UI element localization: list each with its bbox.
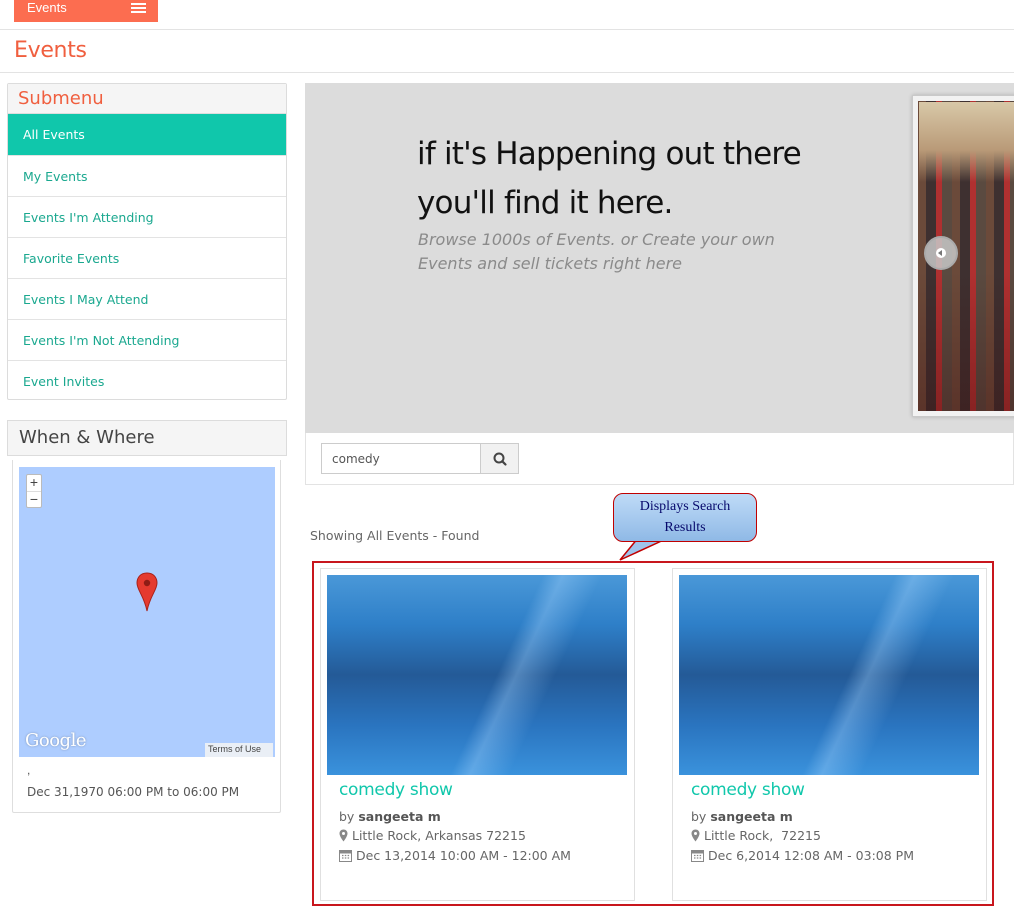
map-marker-icon [691, 829, 700, 842]
results-summary: Showing All Events - Found [310, 528, 480, 543]
search-button[interactable] [480, 443, 519, 474]
search-input[interactable] [321, 443, 481, 474]
page-title: Events [14, 38, 87, 63]
event-card[interactable]: comedy show by sangeeta m Little Rock, A… [320, 568, 635, 901]
top-events-tab[interactable]: Events [14, 0, 158, 22]
map-pin-icon[interactable] [136, 572, 158, 612]
submenu-title: Submenu [8, 84, 286, 114]
headline-line-1: if it's Happening out there [417, 136, 802, 172]
callout-line-1: Displays Search [639, 499, 731, 514]
top-tab-label: Events [27, 0, 67, 15]
when-where-title: When & Where [8, 421, 286, 455]
event-date-range: Dec 31,1970 06:00 PM to 06:00 PM [27, 785, 240, 799]
map-zoom-controls: + − [26, 474, 42, 508]
event-organizer: by sangeeta m [691, 809, 793, 824]
event-organizer: by sangeeta m [339, 809, 441, 824]
event-date-line: Dec 13,2014 10:00 AM - 12:00 AM [339, 848, 571, 863]
event-image[interactable] [679, 575, 979, 775]
search-icon [493, 452, 507, 466]
calendar-icon [339, 850, 352, 862]
map-terms-link[interactable]: Terms of Use [205, 743, 273, 757]
event-date: Dec 13,2014 10:00 AM - 12:00 AM [356, 848, 571, 863]
headline-line-2: you'll find it here. [417, 185, 673, 221]
subtext-line-2: Events and sell tickets right here [418, 254, 683, 273]
event-date: Dec 6,2014 12:08 AM - 03:08 PM [708, 848, 914, 863]
event-location-line: Little Rock, 72215 [691, 828, 821, 843]
submenu-item-favorite[interactable]: Favorite Events [8, 237, 286, 278]
submenu-item-attending[interactable]: Events I'm Attending [8, 196, 286, 237]
when-where-panel: When & Where [7, 420, 287, 456]
chevron-left-icon [938, 250, 942, 256]
zoom-in-button[interactable]: + [27, 475, 41, 491]
calendar-icon [691, 850, 704, 862]
event-card[interactable]: comedy show by sangeeta m Little Rock, 7… [672, 568, 987, 901]
event-title-link[interactable]: comedy show [339, 780, 453, 800]
submenu-item-my-events[interactable]: My Events [8, 155, 286, 196]
subtext-line-1: Browse 1000s of Events. or Create your o… [418, 230, 775, 249]
google-logo: Google [25, 730, 86, 751]
by-label: by [691, 809, 707, 824]
submenu-panel: Submenu All Events My Events Events I'm … [7, 83, 287, 400]
divider [0, 72, 1014, 73]
organizer-name: sangeeta m [358, 809, 441, 824]
submenu-item-not-attending[interactable]: Events I'm Not Attending [8, 319, 286, 360]
submenu-item-invites[interactable]: Event Invites [8, 360, 286, 401]
event-location-line: Little Rock, Arkansas 72215 [339, 828, 526, 843]
submenu-item-may-attend[interactable]: Events I May Attend [8, 278, 286, 319]
event-map[interactable] [19, 467, 275, 757]
callout-line-2: Results [664, 520, 706, 535]
event-date-line: Dec 6,2014 12:08 AM - 03:08 PM [691, 848, 914, 863]
event-title-link[interactable]: comedy show [691, 780, 805, 800]
event-image[interactable] [327, 575, 627, 775]
event-location: , [27, 763, 31, 777]
by-label: by [339, 809, 355, 824]
zoom-out-button[interactable]: − [27, 491, 41, 507]
banner-headline: if it's Happening out there you'll find … [417, 130, 802, 228]
banner-subtext: Browse 1000s of Events. or Create your o… [418, 228, 775, 276]
event-location: Little Rock, Arkansas 72215 [352, 828, 526, 843]
menu-icon[interactable] [131, 3, 146, 14]
organizer-name: sangeeta m [710, 809, 793, 824]
submenu-item-all-events[interactable]: All Events [8, 114, 286, 155]
map-marker-icon [339, 829, 348, 842]
slider-prev-button[interactable] [924, 236, 958, 270]
search-results-callout: Displays Search Results [613, 493, 757, 542]
event-location: Little Rock, 72215 [704, 828, 821, 843]
